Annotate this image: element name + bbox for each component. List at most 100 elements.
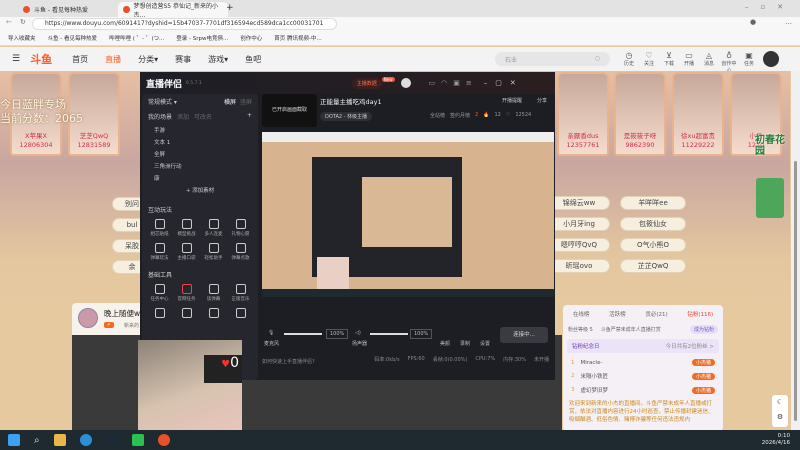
streamer-card[interactable]: 徐xu超富贵 11229222	[672, 72, 724, 156]
plus-icon[interactable]: +	[247, 112, 252, 121]
rank-row[interactable]: 2 米隔小铁匠 小杰猪	[563, 369, 723, 383]
basic-tool[interactable]: 任务中心	[146, 284, 173, 302]
url-input[interactable]: https://www.douyu.com/6091417?dyshid=15b…	[32, 18, 337, 30]
tab-room[interactable]: 梦想创造营S5 恭仙记_新来的小杰...	[118, 2, 228, 19]
portrait-option[interactable]: 竖屏	[240, 97, 252, 106]
nav-yuba[interactable]: 鱼吧	[245, 54, 261, 65]
app-toolbar-icons[interactable]: ▭◠▣≡	[429, 79, 478, 87]
start-live-button[interactable]: 连接中...	[500, 327, 548, 343]
name-pill[interactable]: 嗯哼哼QvQ	[548, 238, 610, 252]
tab-contribution[interactable]: 贡必(21)	[645, 310, 667, 318]
basic-tool[interactable]	[200, 308, 227, 320]
download-button[interactable]: ⊻ 下载	[660, 51, 678, 67]
nav-category[interactable]: 分类▾	[138, 54, 158, 65]
name-pill[interactable]: 羊咩咩ee	[620, 196, 686, 210]
reload-icon[interactable]: ↻	[20, 18, 26, 26]
nav-events[interactable]: 赛事	[175, 54, 191, 65]
category-tag[interactable]: DOTA2 - 林级主播	[320, 112, 373, 121]
beauty-button[interactable]: 美颜	[440, 340, 450, 347]
tab-diamond-fans[interactable]: 钻粉(116)	[687, 310, 713, 318]
scene-item[interactable]: 文本 1	[142, 136, 258, 148]
name-pill[interactable]: 包筱仙女	[620, 217, 686, 231]
interact-tool[interactable]: 轻松助手	[200, 243, 227, 261]
streamer-avatar[interactable]	[78, 308, 98, 328]
interact-tool[interactable]: 多人连麦	[200, 219, 227, 237]
interact-tool[interactable]: 礼物心愿	[227, 219, 254, 237]
nav-live[interactable]: 直播	[105, 54, 121, 65]
landscape-option[interactable]: 横屏	[224, 97, 236, 106]
tab-active-rank[interactable]: 活跃榜	[609, 310, 626, 318]
name-pill[interactable]: 小月牙ing	[548, 217, 610, 231]
mic-volume-value[interactable]: 100%	[326, 329, 349, 339]
search-input[interactable]: 石业 ○	[495, 52, 610, 66]
window-controls[interactable]: –▫✕	[745, 3, 795, 11]
stream-title[interactable]: 正能量主播吃鸡day1	[320, 96, 382, 106]
app-avatar[interactable]	[400, 78, 411, 88]
user-avatar[interactable]	[763, 51, 779, 67]
add-scene[interactable]: 添加	[177, 112, 189, 121]
share-button[interactable]: 分享	[537, 97, 547, 104]
bookmark[interactable]: 斗鱼 - 看见每种热爱	[48, 34, 97, 42]
scene-item[interactable]: 康	[142, 172, 258, 184]
mode-select[interactable]: 常规模式 ▾	[148, 97, 177, 106]
rename-scene[interactable]: 可改名	[194, 112, 212, 121]
search-icon[interactable]: ⌕	[34, 435, 40, 446]
streamer-card[interactable]: 亲厭香dus 12357761	[557, 72, 609, 156]
messages-button[interactable]: ◬ 消息	[700, 51, 718, 67]
interact-tool[interactable]: 弹幕玩法	[146, 243, 173, 261]
speaker-volume-value[interactable]: 100%	[410, 329, 433, 339]
side-tools[interactable]: ☾ ⚙	[772, 395, 788, 427]
basic-tool[interactable]	[227, 308, 254, 320]
menu-icon[interactable]: ☰	[12, 54, 20, 64]
more-menu-icon[interactable]: …	[785, 18, 792, 26]
windows-start-icon[interactable]	[8, 434, 20, 446]
interact-tool[interactable]: 主播口袋	[173, 243, 200, 261]
page-scrollbar[interactable]	[791, 71, 800, 431]
nav-home[interactable]: 首页	[72, 54, 88, 65]
interact-tool[interactable]: 相芯贴纸	[146, 219, 173, 237]
interact-tool[interactable]: 弹幕点歌	[227, 243, 254, 261]
mic-volume-slider[interactable]	[284, 333, 322, 335]
history-button[interactable]: ◷ 历史	[620, 51, 638, 67]
back-icon[interactable]: ←	[6, 18, 12, 26]
cover-thumbnail[interactable]: 已开启画面截取	[262, 94, 317, 127]
douyu-logo[interactable]: 斗鱼	[30, 51, 52, 67]
scene-item[interactable]: 三角洲行动	[142, 160, 258, 172]
event-badge[interactable]: 初春花园	[755, 135, 785, 157]
basic-tool[interactable]	[173, 308, 200, 320]
join-diamond-button[interactable]: 成为钻粉	[689, 325, 718, 334]
add-material-button[interactable]: + 添加素材	[142, 184, 258, 196]
name-pill[interactable]: O气小熊O	[620, 238, 686, 252]
basic-tool[interactable]: 读弹幕	[200, 284, 227, 302]
steam-icon[interactable]	[105, 434, 118, 446]
name-pill[interactable]: 芷芷QwQ	[620, 259, 686, 273]
anniversary-link[interactable]: 今日共有2位粉丝 >	[666, 342, 714, 350]
rank-row[interactable]: 1 Miracle- 小杰猪	[563, 356, 723, 369]
tab-online-rank[interactable]: 在线榜	[573, 310, 590, 318]
wechat-icon[interactable]	[131, 434, 144, 446]
settings-button[interactable]: 设置	[480, 340, 490, 347]
speaker-volume-slider[interactable]	[370, 333, 408, 335]
follow-button[interactable]: ♡ 关注	[640, 51, 658, 67]
basic-tool[interactable]: 正版音乐	[227, 284, 254, 302]
bookmark[interactable]: 导入收藏夹	[8, 34, 36, 42]
new-tab-button[interactable]: +	[226, 3, 234, 13]
rank-row[interactable]: 3 虚幻梦旧梦 小杰猪	[563, 383, 723, 397]
bookmark[interactable]: 首页 腾讯视频-中...	[274, 34, 321, 42]
app-window-controls[interactable]: –▢✕	[484, 79, 524, 87]
file-explorer-icon[interactable]	[53, 434, 66, 446]
basic-tool[interactable]: 官网任务	[173, 284, 200, 302]
tasks-button[interactable]: ▣ 任务	[740, 51, 758, 67]
anchor-data-button[interactable]: 主播数据	[351, 77, 382, 89]
live-remind-button[interactable]: 开播提醒	[502, 97, 522, 104]
basic-tool[interactable]	[146, 308, 173, 320]
tab-douyu-home[interactable]: 斗鱼 - 看见每种热爱	[18, 2, 118, 17]
profile-avatar[interactable]: ●	[750, 18, 756, 26]
system-clock[interactable]: 0:10 2026/4/16	[762, 433, 790, 447]
stream-preview[interactable]	[262, 132, 554, 297]
nav-games[interactable]: 游戏▾	[208, 54, 228, 65]
search-icon[interactable]: ○	[595, 55, 600, 62]
interact-tool[interactable]: 模型挑战	[173, 219, 200, 237]
bookmark[interactable]: 创作中心	[240, 34, 262, 42]
record-button[interactable]: 录制	[460, 340, 470, 347]
